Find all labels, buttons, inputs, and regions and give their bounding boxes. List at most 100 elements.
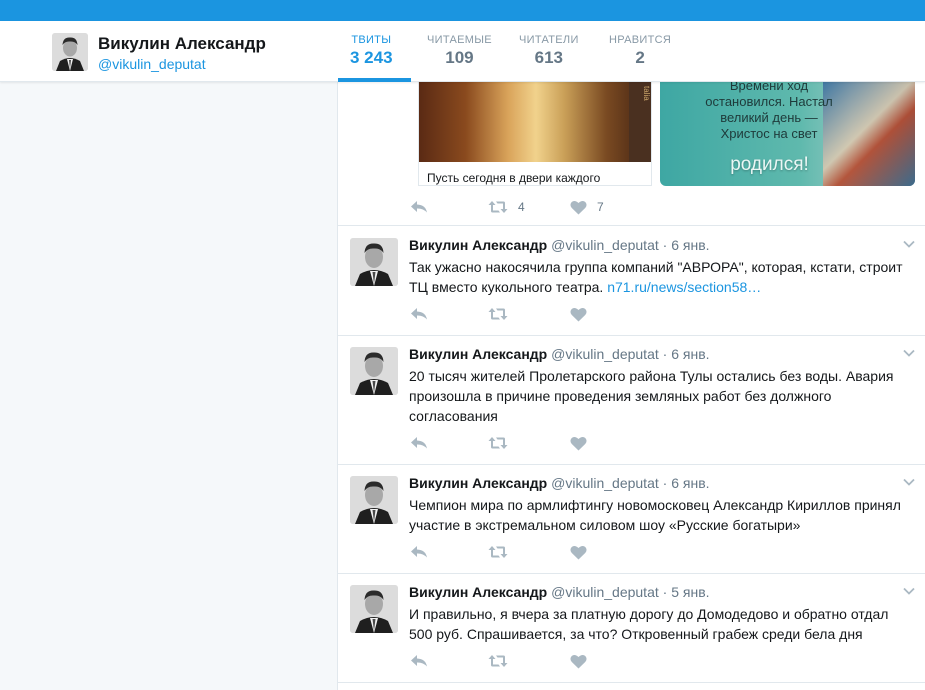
tweet-link[interactable]: n71.ru/news/section58… xyxy=(607,279,761,295)
reply-button[interactable] xyxy=(410,652,428,670)
stat-tweets[interactable]: ТВИТЫ 3 243 xyxy=(350,34,393,68)
stat-label: ТВИТЫ xyxy=(351,34,392,46)
like-button[interactable]: 7 xyxy=(570,198,604,216)
tweet-menu-button[interactable] xyxy=(902,346,916,360)
stat-value: 3 243 xyxy=(350,48,393,67)
tweet-author-name[interactable]: Викулин Александр xyxy=(409,237,547,253)
tweet-author-handle[interactable]: @vikulin_deputat xyxy=(551,346,659,362)
like-button[interactable] xyxy=(570,543,587,561)
tweet-actions xyxy=(410,652,710,670)
reply-icon xyxy=(411,546,427,558)
tweet-author-handle[interactable]: @vikulin_deputat xyxy=(551,584,659,600)
reply-button[interactable] xyxy=(410,305,428,323)
retweet-button[interactable] xyxy=(488,305,508,323)
tweet-menu-button[interactable] xyxy=(902,475,916,489)
tweet-separator: · xyxy=(662,346,668,362)
heart-icon xyxy=(570,307,587,321)
top-nav-bar xyxy=(0,0,925,21)
stat-value: 613 xyxy=(534,48,564,67)
tweet-actions: 4 7 xyxy=(410,198,710,216)
tweet-text: Чемпион мира по армлифтингу новомосковец… xyxy=(409,497,901,533)
like-button[interactable] xyxy=(570,652,587,670)
tweet-menu-button[interactable] xyxy=(902,584,916,598)
tweet-item[interactable]: Викулин Александр @vikulin_deputat · 6 я… xyxy=(338,336,925,465)
stat-likes[interactable]: НРАВИТСЯ 2 xyxy=(609,34,671,68)
tweet-avatar[interactable] xyxy=(350,238,398,286)
heart-icon xyxy=(570,436,587,450)
reply-icon xyxy=(411,655,427,667)
stat-label: НРАВИТСЯ xyxy=(609,34,672,46)
tweet-separator: · xyxy=(662,237,668,253)
tweet-author-name[interactable]: Викулин Александр xyxy=(409,584,547,600)
reply-icon xyxy=(411,201,427,213)
retweet-button[interactable] xyxy=(488,652,508,670)
tweet-timestamp[interactable]: 6 янв. xyxy=(671,346,709,362)
tweet-author-handle[interactable]: @vikulin_deputat xyxy=(551,237,659,253)
active-tab-indicator xyxy=(338,78,411,82)
reply-button[interactable] xyxy=(410,198,428,216)
chevron-down-icon xyxy=(903,240,915,248)
tweet-item[interactable]: Викулин Александр @vikulin_deputat · 6 я… xyxy=(338,227,925,336)
tweet-header: Викулин Александр @vikulin_deputat · 6 я… xyxy=(409,475,710,491)
tweet-author-handle[interactable]: @vikulin_deputat xyxy=(551,475,659,491)
tweet-avatar[interactable] xyxy=(350,585,398,633)
profile-photo-icon xyxy=(350,347,398,395)
profile-photo-icon xyxy=(350,238,398,286)
tweet-text: И правильно, я вчера за платную дорогу д… xyxy=(409,606,889,642)
profile-photo-icon xyxy=(350,585,398,633)
reply-button[interactable] xyxy=(410,434,428,452)
stat-label: ЧИТАЕМЫЕ xyxy=(427,34,492,46)
stat-following[interactable]: ЧИТАЕМЫЕ 109 xyxy=(427,34,492,68)
tweet-author-name[interactable]: Викулин Александр xyxy=(409,475,547,491)
tweet-item: talia Пусть сегодня в двери каждого Врем… xyxy=(338,82,925,226)
tweet-media-card[interactable]: talia Пусть сегодня в двери каждого xyxy=(418,82,652,186)
tweet-media-image[interactable]: Времени ход остановился. Настал великий … xyxy=(660,82,915,186)
reply-button[interactable] xyxy=(410,543,428,561)
profile-name[interactable]: Викулин Александр xyxy=(98,34,266,54)
reply-icon xyxy=(411,437,427,449)
media-side-text: talia xyxy=(629,82,651,162)
tweet-menu-button[interactable] xyxy=(902,237,916,251)
retweet-button[interactable] xyxy=(488,543,508,561)
icon-painting-image xyxy=(419,82,651,162)
profile-handle[interactable]: @vikulin_deputat xyxy=(98,56,206,72)
profile-avatar[interactable] xyxy=(52,33,88,71)
tweet-item[interactable]: Викулин Александр @vikulin_deputat · 6 я… xyxy=(338,465,925,574)
retweet-icon xyxy=(488,546,508,558)
tweet-item[interactable]: Викулин Александр @vikulin_deputat · 5 я… xyxy=(338,574,925,683)
retweet-icon xyxy=(488,655,508,667)
tweet-author-name[interactable]: Викулин Александр xyxy=(409,346,547,362)
tweet-timestamp[interactable]: 6 янв. xyxy=(671,237,709,253)
retweet-count: 4 xyxy=(518,200,525,214)
tweet-header: Викулин Александр @vikulin_deputat · 5 я… xyxy=(409,584,710,600)
retweet-button[interactable]: 4 xyxy=(488,198,525,216)
chevron-down-icon xyxy=(903,349,915,357)
tweet-timestamp[interactable]: 5 янв. xyxy=(671,584,709,600)
like-button[interactable] xyxy=(570,434,587,452)
image-poem-text: Времени ход остановился. Настал великий … xyxy=(705,82,833,141)
chevron-down-icon xyxy=(903,478,915,486)
heart-icon xyxy=(570,545,587,559)
retweet-button[interactable] xyxy=(488,434,508,452)
retweet-icon xyxy=(488,437,508,449)
profile-photo-icon xyxy=(52,33,88,71)
tweet-avatar[interactable] xyxy=(350,476,398,524)
tweet-text: Так ужасно накосячила группа компаний "А… xyxy=(409,257,914,297)
tweet-timeline: talia Пусть сегодня в двери каждого Врем… xyxy=(337,82,925,690)
media-caption: Пусть сегодня в двери каждого xyxy=(427,171,601,185)
image-poem-headline: родился! xyxy=(730,154,809,175)
tweet-separator: · xyxy=(662,475,668,491)
tweet-header: Викулин Александр @vikulin_deputat · 6 я… xyxy=(409,346,710,362)
tweet-avatar[interactable] xyxy=(350,347,398,395)
tweet-actions xyxy=(410,543,710,561)
like-button[interactable] xyxy=(570,305,587,323)
profile-photo-icon xyxy=(350,476,398,524)
tweet-actions xyxy=(410,305,710,323)
tweet-timestamp[interactable]: 6 янв. xyxy=(671,475,709,491)
tweet-text: 20 тысяч жителей Пролетарского района Ту… xyxy=(409,368,894,424)
chevron-down-icon xyxy=(903,587,915,595)
stat-followers[interactable]: ЧИТАТЕЛИ 613 xyxy=(519,34,579,68)
retweet-icon xyxy=(488,201,508,213)
like-count: 7 xyxy=(597,200,604,214)
stat-value: 109 xyxy=(445,48,474,67)
